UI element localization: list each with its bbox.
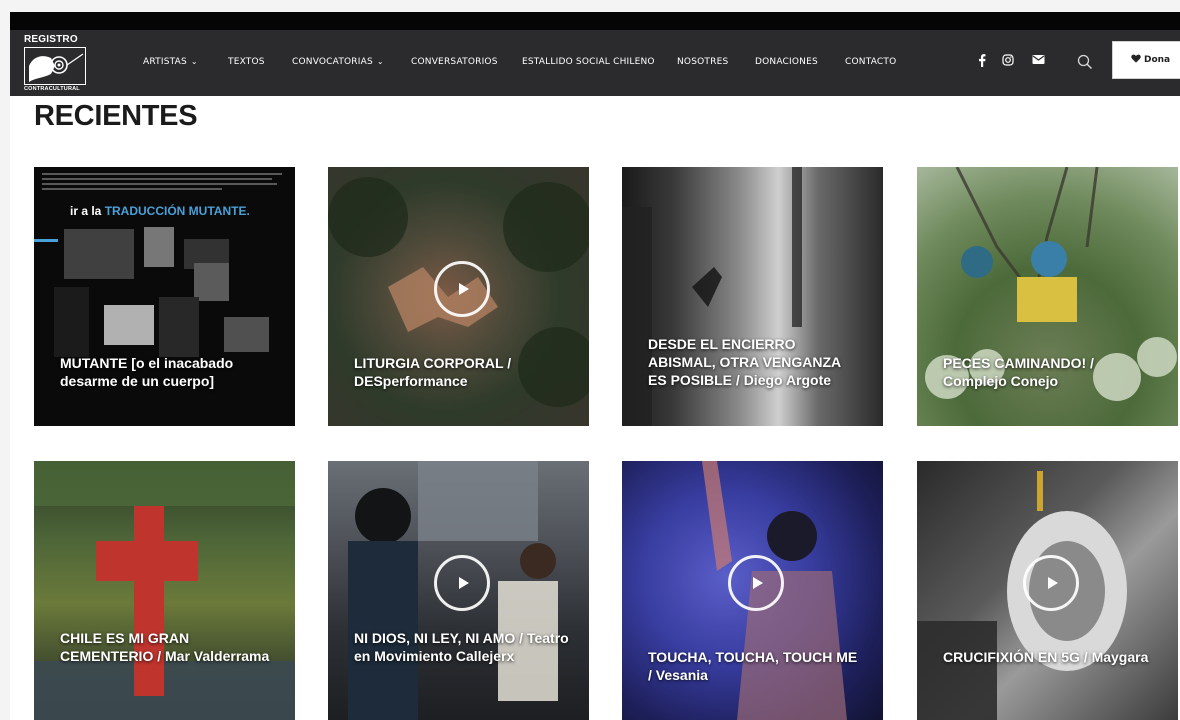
nav-textos-label: TEXTOS bbox=[228, 57, 265, 67]
card-peces-caminando[interactable]: PECES CAMINANDO! / Complejo Conejo bbox=[917, 167, 1178, 426]
site-logo[interactable]: REGISTRO CONTRACULTURAL bbox=[24, 34, 88, 94]
card-title: LITURGIA CORPORAL / DESperformance bbox=[354, 355, 512, 389]
nav-nosotres-label: NOSOTRES bbox=[677, 57, 729, 67]
nav-artistas[interactable]: ARTISTAS ⌄ bbox=[143, 56, 198, 68]
chevron-down-icon: ⌄ bbox=[190, 57, 198, 66]
play-icon bbox=[458, 283, 469, 295]
search-icon[interactable] bbox=[1077, 54, 1093, 70]
play-icon bbox=[752, 577, 763, 589]
mail-icon[interactable] bbox=[1032, 54, 1045, 68]
nav-contacto-label: CONTACTO bbox=[845, 57, 897, 67]
card-liturgia[interactable]: LITURGIA CORPORAL / DESperformance bbox=[328, 167, 589, 426]
card-title: MUTANTE [o el inacabado desarme de un cu… bbox=[60, 355, 234, 389]
logo-top-text: REGISTRO bbox=[24, 34, 78, 45]
card-mutante[interactable]: ir a la TRADUCCIÓN MUTANTE. MUTANTE [o e… bbox=[34, 167, 295, 426]
nav-estallido-label: ESTALLIDO SOCIAL CHILENO bbox=[522, 57, 655, 67]
play-button[interactable] bbox=[434, 261, 490, 317]
play-button[interactable] bbox=[1023, 555, 1079, 611]
card-title: CHILE ES MI GRAN CEMENTERIO / Mar Valder… bbox=[60, 630, 270, 664]
nav-donaciones-label: DONACIONES bbox=[755, 57, 818, 67]
card-crucifixion[interactable]: CRUCIFIXIÓN EN 5G / Maygara bbox=[917, 461, 1178, 720]
instagram-icon[interactable] bbox=[1002, 54, 1014, 69]
nav-estallido[interactable]: ESTALLIDO SOCIAL CHILENO bbox=[522, 56, 655, 68]
page-title: RECIENTES bbox=[34, 100, 198, 132]
play-icon bbox=[1047, 577, 1058, 589]
card-desde-el-encierro[interactable]: DESDE EL ENCIERRO ABISMAL, OTRA VENGANZA… bbox=[622, 167, 883, 426]
card-overlay-text: ir a la TRADUCCIÓN MUTANTE. bbox=[70, 204, 250, 218]
nav-textos[interactable]: TEXTOS bbox=[228, 56, 265, 68]
play-button[interactable] bbox=[728, 555, 784, 611]
top-strip bbox=[0, 0, 1180, 12]
logo-eye-icon bbox=[29, 53, 84, 82]
nav-donaciones[interactable]: DONACIONES bbox=[755, 56, 818, 68]
facebook-icon[interactable] bbox=[978, 54, 986, 70]
card-ni-dios[interactable]: NI DIOS, NI LEY, NI AMO / Teatro en Movi… bbox=[328, 461, 589, 720]
card-title: DESDE EL ENCIERRO ABISMAL, OTRA VENGANZA… bbox=[648, 336, 841, 388]
nav-convocatorias[interactable]: CONVOCATORIAS ⌄ bbox=[292, 56, 384, 68]
dona-button-label: Dona bbox=[1144, 55, 1171, 65]
card-title: TOUCHA, TOUCHA, TOUCH ME / Vesania bbox=[648, 649, 858, 683]
nav-contacto[interactable]: CONTACTO bbox=[845, 56, 896, 68]
overlay-link-accent[interactable]: TRADUCCIÓN MUTANTE. bbox=[105, 204, 250, 218]
logo-bottom-text: CONTRACULTURAL bbox=[24, 86, 80, 92]
play-button[interactable] bbox=[434, 555, 490, 611]
nav-convocatorias-label: CONVOCATORIAS bbox=[292, 57, 373, 67]
top-black-bar bbox=[10, 12, 1180, 30]
logo-eye-mark bbox=[24, 47, 86, 85]
nav-conversatorios[interactable]: CONVERSATORIOS bbox=[411, 56, 498, 68]
chevron-down-icon: ⌄ bbox=[376, 57, 384, 66]
dona-button[interactable]: Dona bbox=[1112, 41, 1180, 79]
card-title: CRUCIFIXIÓN EN 5G / Maygara bbox=[943, 649, 1149, 665]
card-image bbox=[34, 461, 295, 720]
play-icon bbox=[458, 577, 469, 589]
heart-icon bbox=[1131, 54, 1141, 66]
card-title: NI DIOS, NI LEY, NI AMO / Teatro en Movi… bbox=[354, 630, 569, 664]
card-toucha[interactable]: TOUCHA, TOUCHA, TOUCH ME / Vesania bbox=[622, 461, 883, 720]
card-title: PECES CAMINANDO! / Complejo Conejo bbox=[943, 355, 1094, 389]
card-chile-cementerio[interactable]: CHILE ES MI GRAN CEMENTERIO / Mar Valder… bbox=[34, 461, 295, 720]
nav-artistas-label: ARTISTAS bbox=[143, 57, 187, 67]
overlay-link-text: ir a la TRADUCCIÓN MUTANTE. bbox=[70, 204, 250, 218]
nav-conversatorios-label: CONVERSATORIOS bbox=[411, 57, 498, 67]
nav-nosotres[interactable]: NOSOTRES bbox=[677, 56, 728, 68]
